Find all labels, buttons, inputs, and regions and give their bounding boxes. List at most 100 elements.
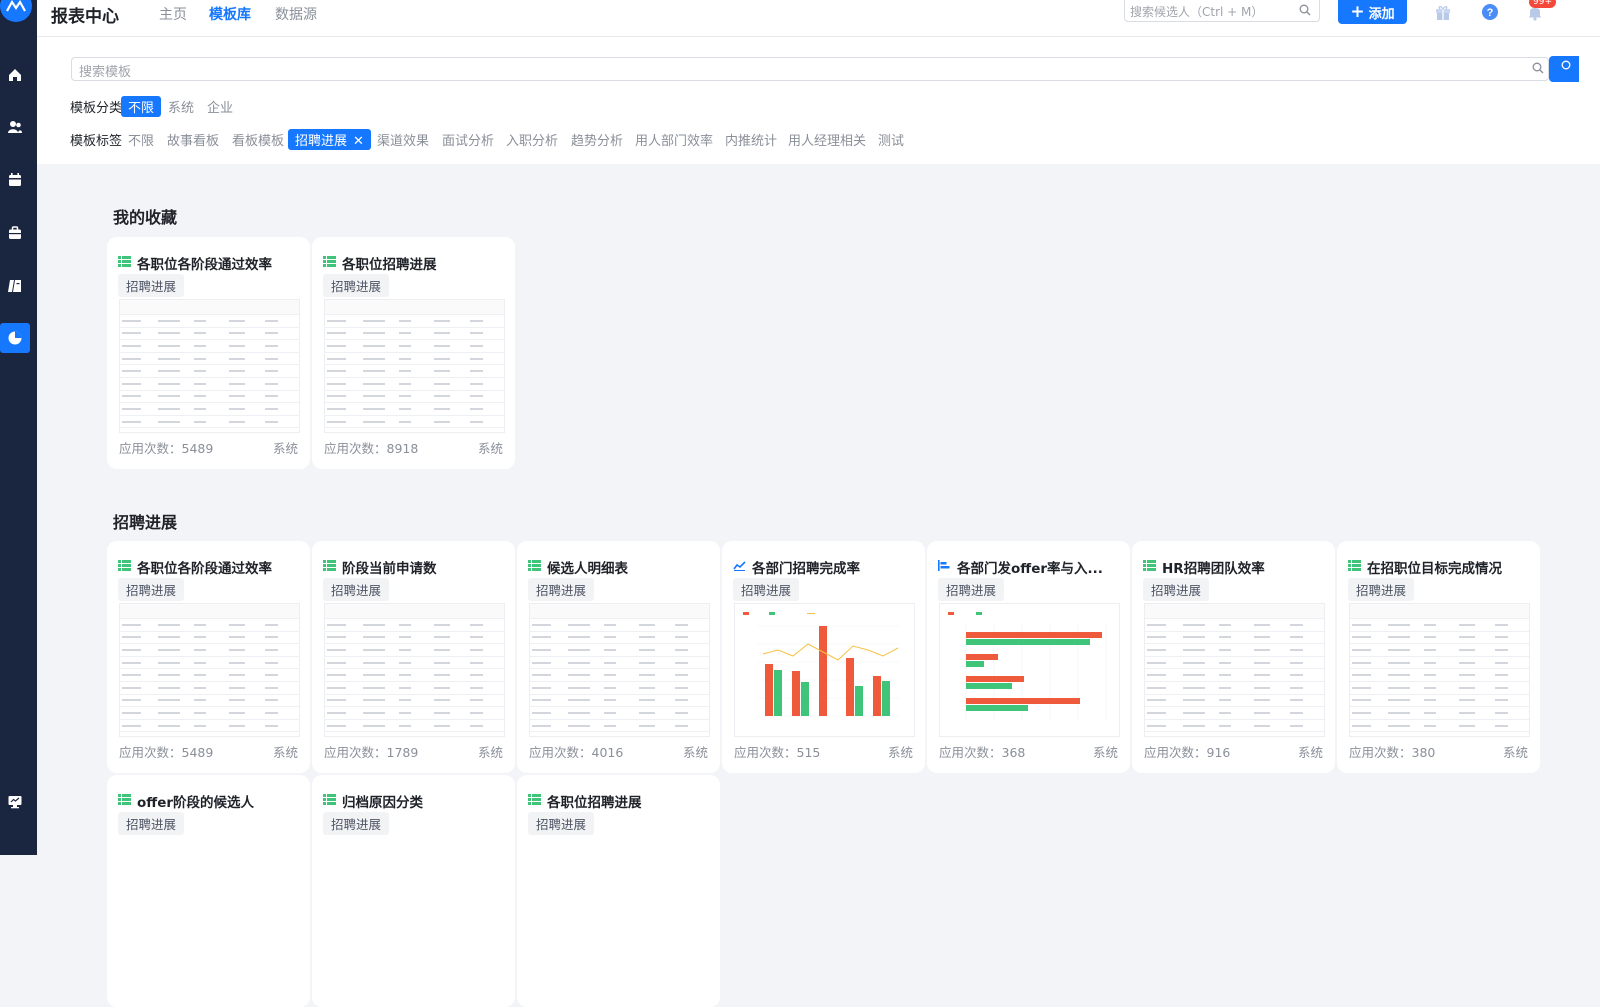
usage-value: 5489	[181, 441, 214, 456]
tags-label: 模板标签	[70, 134, 123, 149]
tag-option-dept-efficiency[interactable]: 用人部门效率	[628, 129, 720, 150]
card-title: 在招职位目标完成情况	[1348, 557, 1538, 577]
table-icon	[118, 559, 131, 575]
tab-home[interactable]: 主页	[159, 4, 187, 24]
card-title-text: 阶段当前申请数	[342, 561, 437, 577]
close-icon[interactable]: ✕	[353, 134, 364, 149]
add-button[interactable]: + 添加	[1338, 0, 1407, 24]
card-footer: 应用次数：4016 系统	[529, 742, 708, 761]
card-thumbnail	[734, 603, 915, 737]
usage-label: 应用次数：	[324, 745, 387, 760]
usage-count: 应用次数：4016	[529, 742, 623, 761]
card-title: 各部门招聘完成率	[733, 557, 923, 577]
candidate-search-input[interactable]: 搜索候选人（Ctrl + M）	[1124, 0, 1320, 22]
line-chart-icon	[733, 559, 746, 575]
thumbnail-table	[325, 604, 504, 736]
template-card[interactable]: 各部门发offer率与入... 招聘进展 应用次数：368 系统	[927, 541, 1130, 773]
card-title-text: 各职位招聘进展	[342, 257, 437, 273]
card-tag: 招聘进展	[323, 274, 390, 297]
book-icon[interactable]	[0, 271, 30, 301]
table-icon	[323, 255, 336, 271]
tag-option-test[interactable]: 测试	[871, 129, 911, 150]
usage-count: 应用次数：380	[1349, 742, 1435, 761]
category-option-system[interactable]: 系统	[161, 96, 201, 117]
template-search-button[interactable]	[1549, 56, 1579, 82]
tag-option-interview-analysis[interactable]: 面试分析	[435, 129, 501, 150]
tag-option-board-template[interactable]: 看板模板	[225, 129, 291, 150]
card-source: 系统	[477, 745, 503, 760]
card-title-text: 各职位各阶段通过效率	[137, 561, 272, 577]
template-card[interactable]: 各职位各阶段通过效率 招聘进展 应用次数：5489 系统	[107, 237, 310, 469]
template-card[interactable]: 在招职位目标完成情况 招聘进展 应用次数：380 系统	[1337, 541, 1540, 773]
sidebar	[0, 0, 37, 855]
tag-option-onboarding-analysis[interactable]: 入职分析	[499, 129, 565, 150]
table-icon	[118, 793, 131, 809]
template-card[interactable]: 归档原因分类 招聘进展	[312, 775, 515, 1007]
template-card[interactable]: 候选人明细表 招聘进展 应用次数：4016 系统	[517, 541, 720, 773]
thumbnail-combo-chart	[743, 612, 900, 717]
template-card[interactable]: 各部门招聘完成率 招聘进展应用次数：515 系统	[722, 541, 925, 773]
card-tag: 招聘进展	[118, 812, 185, 835]
card-tag: 招聘进展	[323, 578, 390, 601]
tag-option-referral-stats[interactable]: 内推统计	[718, 129, 784, 150]
category-label: 模板分类	[70, 101, 123, 116]
thumbnail-table	[325, 300, 504, 432]
tag-option-hiring-manager[interactable]: 用人经理相关	[781, 129, 873, 150]
report-pie-icon[interactable]	[0, 323, 30, 353]
usage-label: 应用次数：	[1144, 745, 1207, 760]
tag-option-channel-effect[interactable]: 渠道效果	[370, 129, 436, 150]
card-title-text: 各职位各阶段通过效率	[137, 257, 272, 273]
category-option-enterprise[interactable]: 企业	[200, 96, 240, 117]
thumbnail-table	[120, 604, 299, 736]
app-logo-icon[interactable]	[0, 0, 32, 22]
usage-label: 应用次数：	[734, 745, 797, 760]
people-icon[interactable]	[0, 112, 30, 142]
search-icon	[1299, 4, 1311, 19]
usage-count: 应用次数：5489	[119, 438, 213, 457]
monitor-icon[interactable]	[0, 787, 30, 817]
search-button-icon	[1561, 60, 1573, 75]
card-source: 系统	[477, 441, 503, 456]
card-footer: 应用次数：380 系统	[1349, 742, 1528, 761]
category-option-all[interactable]: 不限	[121, 96, 162, 117]
card-source: 系统	[1297, 745, 1323, 760]
thumbnail-table	[1350, 604, 1529, 736]
calendar-icon[interactable]	[0, 165, 30, 195]
tag-option-story-board[interactable]: 故事看板	[160, 129, 226, 150]
card-thumbnail	[324, 299, 505, 433]
template-card[interactable]: 各职位招聘进展 招聘进展 应用次数：8918 系统	[312, 237, 515, 469]
template-card[interactable]: HR招聘团队效率 招聘进展 应用次数：916 系统	[1132, 541, 1335, 773]
usage-label: 应用次数：	[324, 441, 387, 456]
usage-label: 应用次数：	[529, 745, 592, 760]
usage-label: 应用次数：	[1349, 745, 1412, 760]
card-title-text: 各部门发offer率与入...	[957, 561, 1103, 577]
search-icon	[1532, 62, 1544, 78]
app-title: 报表中心	[51, 7, 119, 27]
template-card[interactable]: 各职位招聘进展 招聘进展	[517, 775, 720, 1007]
card-tag: 招聘进展	[733, 578, 800, 601]
gift-icon[interactable]	[1433, 2, 1453, 22]
usage-count: 应用次数：368	[939, 742, 1025, 761]
card-tag: 招聘进展	[528, 578, 595, 601]
card-thumbnail	[1144, 603, 1325, 737]
tab-template-library[interactable]: 模板库	[209, 4, 251, 24]
favorites-title: 我的收藏	[113, 208, 178, 227]
card-footer: 应用次数：515 系统	[734, 742, 913, 761]
tab-data-source[interactable]: 数据源	[275, 4, 317, 24]
help-icon[interactable]: ?	[1480, 2, 1500, 22]
usage-value: 916	[1206, 745, 1231, 760]
card-footer: 应用次数：5489 系统	[119, 742, 298, 761]
card-title-text: offer阶段的候选人	[137, 795, 255, 811]
template-card[interactable]: offer阶段的候选人 招聘进展	[107, 775, 310, 1007]
usage-label: 应用次数：	[119, 745, 182, 760]
tag-option-all[interactable]: 不限	[121, 129, 161, 150]
template-card[interactable]: 阶段当前申请数 招聘进展 应用次数：1789 系统	[312, 541, 515, 773]
tag-option-recruit-progress[interactable]: 招聘进展 ✕	[288, 129, 371, 150]
tag-option-trend-analysis[interactable]: 趋势分析	[564, 129, 630, 150]
card-title: 各职位各阶段通过效率	[118, 557, 308, 577]
home-icon[interactable]	[0, 60, 30, 90]
template-card[interactable]: 各职位各阶段通过效率 招聘进展 应用次数：5489 系统	[107, 541, 310, 773]
briefcase-icon[interactable]	[0, 218, 30, 248]
template-search-input[interactable]: 搜索模板	[71, 57, 1549, 81]
card-title-text: 归档原因分类	[342, 795, 423, 811]
